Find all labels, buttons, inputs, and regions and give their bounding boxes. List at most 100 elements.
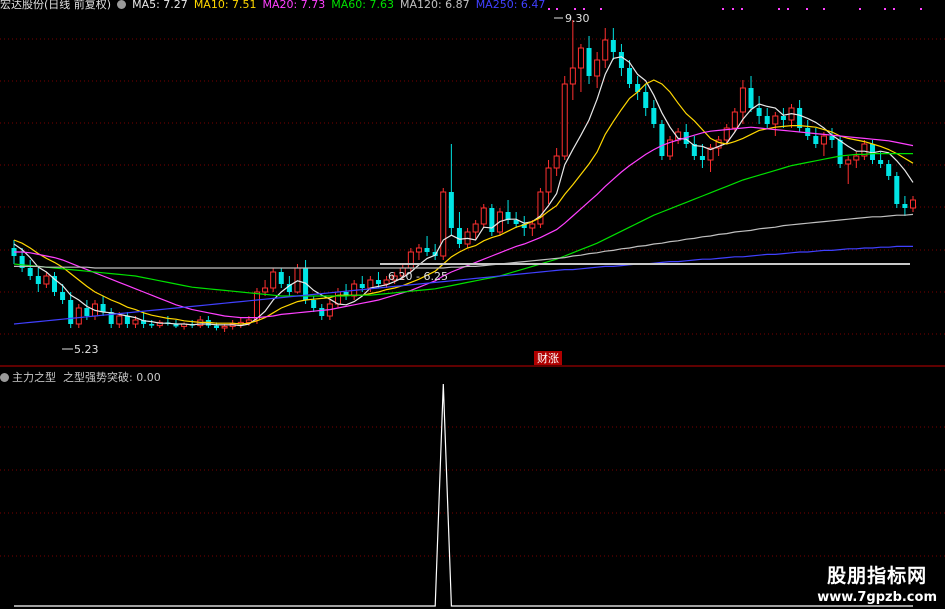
candle-body xyxy=(886,164,892,176)
candle-body xyxy=(764,116,770,124)
signal-dot xyxy=(806,8,808,10)
candle-body xyxy=(262,287,269,293)
candle-body xyxy=(545,167,552,193)
candle-body xyxy=(43,275,50,285)
candle-body xyxy=(748,88,754,108)
candle-body xyxy=(659,124,665,156)
candle-body xyxy=(253,291,260,321)
candle-body xyxy=(116,315,123,325)
stock-title: 宏达股份(日线 前复权) xyxy=(0,0,112,11)
candle-body xyxy=(84,308,90,316)
candle-body xyxy=(739,87,746,113)
ma-line-ma60 xyxy=(13,153,913,297)
ma-line-ma250 xyxy=(13,245,913,325)
candle-body xyxy=(602,39,609,61)
moving-averages xyxy=(13,56,914,327)
ma-line-ma20 xyxy=(14,126,914,319)
candle-body xyxy=(627,68,633,84)
candle-body xyxy=(651,108,657,124)
candle-body xyxy=(561,83,568,157)
candle-body xyxy=(407,251,414,269)
candle-body xyxy=(853,155,860,161)
ma-line-ma120 xyxy=(14,213,914,269)
candle-body xyxy=(594,59,601,77)
candle-body xyxy=(772,115,779,125)
signal-dot xyxy=(778,8,780,10)
ma-label: MA120: 6.87 xyxy=(399,0,470,11)
ma-label: MA60: 7.63 xyxy=(331,0,394,11)
candle-body xyxy=(902,204,908,208)
signal-dot xyxy=(722,8,724,10)
candle-body xyxy=(480,207,487,225)
candle-body xyxy=(780,116,786,120)
candle-body xyxy=(610,40,616,52)
ma-label: MA10: 7.51 xyxy=(193,0,257,11)
watermark-url: www.7gpzb.com xyxy=(817,590,937,605)
signal-dot xyxy=(920,8,922,10)
candle-body xyxy=(577,47,584,69)
candlestick-series xyxy=(11,20,917,332)
candle-body xyxy=(124,316,130,324)
signal-dot xyxy=(600,8,602,10)
indicator-name: 主力之型 xyxy=(12,371,56,384)
candle-body xyxy=(878,160,884,164)
candle-body xyxy=(415,247,422,253)
indicator-line xyxy=(14,383,913,607)
candle-body xyxy=(448,192,454,228)
signal-dot xyxy=(893,8,895,10)
candle-body xyxy=(820,135,827,145)
candle-body xyxy=(68,300,74,324)
candle-body xyxy=(553,155,560,169)
candle-body xyxy=(149,324,155,326)
main-header: 宏达股份(日线 前复权) MA5: 7.27 MA10: 7.51 MA20: 7.7… xyxy=(0,0,557,11)
indicator-header: 主力之型 之型强势突破: 0.00 xyxy=(0,369,161,384)
signal-dot xyxy=(741,8,743,10)
candle-body xyxy=(319,308,325,316)
signal-dots xyxy=(548,8,922,10)
candle-body xyxy=(569,67,576,85)
range-label: 6.20 - 6.25 xyxy=(388,270,448,283)
candle-body xyxy=(294,267,301,293)
high-label: 9.30 xyxy=(565,12,590,25)
candle-body xyxy=(894,176,900,204)
candle-body xyxy=(270,271,277,289)
ma-label: MA5: 7.27 xyxy=(132,0,188,11)
candle-body xyxy=(367,279,374,289)
ma-label: MA20: 7.73 xyxy=(262,0,326,11)
signal-dot xyxy=(823,8,825,10)
candle-body xyxy=(245,319,252,323)
watermark-title: 股朋指标网 xyxy=(827,565,928,587)
candle-body xyxy=(586,48,592,76)
low-label: 5.23 xyxy=(74,343,99,356)
chart-stage: 9.30 5.23 6.20 - 6.25 财涨 xyxy=(0,8,945,607)
candle-body xyxy=(472,223,479,233)
indicator-series xyxy=(14,383,913,607)
candle-body xyxy=(643,92,649,108)
candle-body xyxy=(618,52,624,68)
candle-body xyxy=(845,159,852,165)
signal-dot xyxy=(732,8,734,10)
candle-body xyxy=(731,111,738,129)
candle-body xyxy=(75,307,82,325)
signal-dot xyxy=(859,8,861,10)
candle-body xyxy=(456,228,462,244)
candle-body xyxy=(537,191,544,225)
ma-label: MA250: 6.47 xyxy=(475,0,546,11)
candle-body xyxy=(221,325,228,329)
badge-label: 财涨 xyxy=(537,351,559,365)
gear-icon[interactable] xyxy=(0,373,9,382)
candle-body xyxy=(375,280,381,284)
candle-body xyxy=(805,128,811,136)
candle-body xyxy=(213,325,219,328)
candle-body xyxy=(699,156,705,160)
signal-dot xyxy=(583,8,585,10)
candle-body xyxy=(424,248,430,252)
signal-dot xyxy=(884,8,886,10)
candle-body xyxy=(35,276,41,284)
gear-icon[interactable] xyxy=(117,0,127,9)
indicator-formula: 之型强势突破: 0.00 xyxy=(63,371,161,384)
candle-body xyxy=(756,108,762,116)
signal-dot xyxy=(574,8,576,10)
candle-body xyxy=(132,319,139,325)
candle-body xyxy=(334,291,341,305)
